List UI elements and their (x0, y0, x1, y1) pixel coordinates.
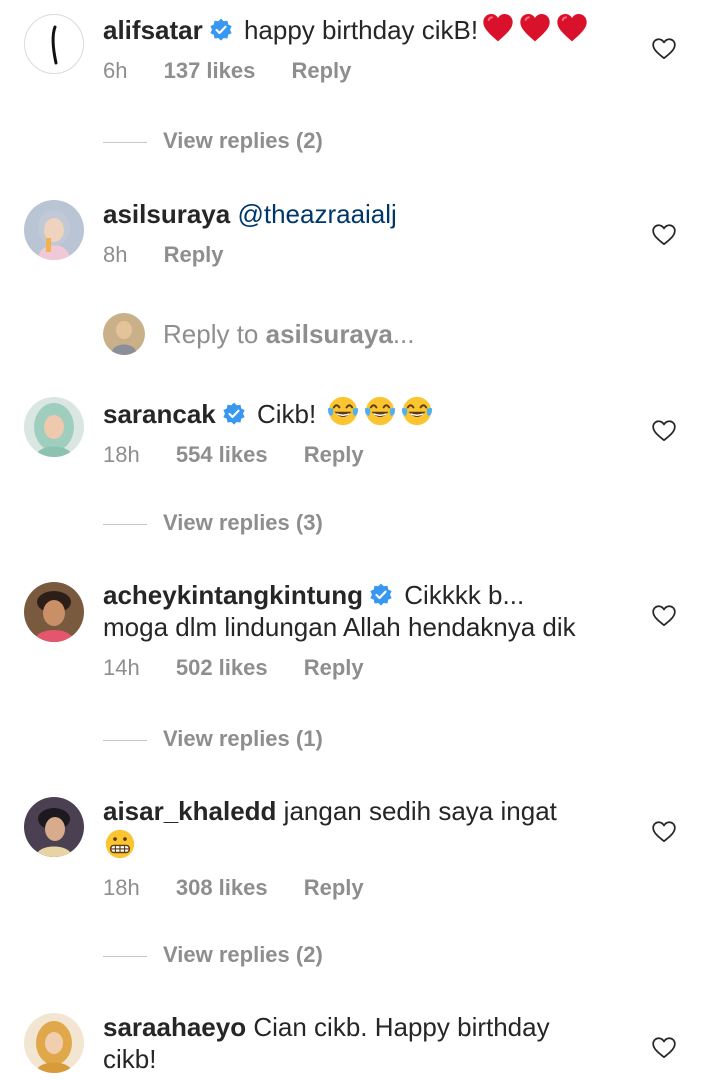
avatar[interactable] (24, 397, 84, 457)
tears-of-joy-emoji (400, 394, 434, 428)
comment-text: Cian cikb. Happy birthday (253, 1012, 550, 1042)
heart-emoji (478, 15, 589, 45)
verified-badge-icon (222, 402, 246, 426)
verified-badge-icon (209, 18, 233, 42)
heart-outline-icon[interactable] (651, 603, 677, 629)
username[interactable]: aisar_khaledd (103, 796, 276, 826)
avatar[interactable] (24, 797, 84, 857)
comment-text: cikb! (103, 1044, 157, 1074)
username[interactable]: asilsuraya (103, 199, 230, 229)
view-replies-label[interactable]: View replies (2) (163, 942, 323, 967)
avatar[interactable] (24, 582, 84, 642)
view-replies-button[interactable]: View replies (2) (103, 942, 323, 968)
reply-prompt-user: asilsuraya (265, 319, 393, 349)
view-replies-button[interactable]: View replies (2) (103, 128, 323, 154)
heart-outline-icon[interactable] (651, 36, 677, 62)
avatar[interactable] (24, 200, 84, 260)
grimacing-emoji (103, 827, 137, 861)
username[interactable]: acheykintangkintung (103, 580, 363, 610)
verified-badge-icon (369, 583, 393, 607)
likes-count[interactable]: 137 likes (164, 58, 256, 84)
comment-time: 14h (103, 655, 140, 680)
likes-count[interactable]: 554 likes (176, 442, 268, 468)
comment-text: moga dlm lindungan Allah hendaknya dik (103, 612, 576, 642)
heart-outline-icon[interactable] (651, 418, 677, 444)
tears-of-joy-emoji (326, 394, 360, 428)
heart-outline-icon[interactable] (651, 222, 677, 248)
view-replies-button[interactable]: View replies (1) (103, 726, 323, 752)
comment-text: happy birthday cikB! (243, 15, 479, 45)
reply-prompt-suffix: ... (392, 319, 415, 349)
reply-button[interactable]: Reply (304, 655, 364, 681)
reply-button[interactable]: Reply (291, 58, 351, 84)
divider (103, 523, 147, 525)
tears-of-joy-emoji (323, 399, 434, 429)
divider (103, 739, 147, 741)
comment-time: 8h (103, 242, 128, 267)
comment-text: jangan sedih saya ingat (283, 796, 557, 826)
reply-button[interactable]: Reply (304, 442, 364, 468)
comment-text: Cikb! (257, 399, 317, 429)
heart-emoji (481, 12, 515, 44)
username[interactable]: alifsatar (103, 15, 203, 45)
divider (103, 955, 147, 957)
heart-outline-icon[interactable] (651, 1035, 677, 1061)
heart-emoji (555, 12, 589, 44)
view-replies-button[interactable]: View replies (3) (103, 510, 323, 536)
comment-text: Cikkkk b... (404, 580, 525, 610)
view-replies-label[interactable]: View replies (1) (163, 726, 323, 751)
divider (103, 141, 147, 143)
reply-prompt-prefix: Reply to (163, 319, 266, 349)
heart-emoji (518, 12, 552, 44)
comment-time: 18h (103, 442, 140, 467)
avatar (103, 313, 145, 355)
likes-count[interactable]: 308 likes (176, 875, 268, 901)
tears-of-joy-emoji (363, 394, 397, 428)
username[interactable]: saraahaeyo (103, 1012, 246, 1042)
reply-prompt[interactable]: Reply to asilsuraya... (163, 319, 415, 350)
comment-time: 6h (103, 58, 128, 83)
heart-outline-icon[interactable] (651, 819, 677, 845)
likes-count[interactable]: 502 likes (176, 655, 268, 681)
username[interactable]: sarancak (103, 399, 216, 429)
avatar[interactable] (24, 14, 84, 74)
reply-button[interactable]: Reply (304, 875, 364, 901)
reply-button[interactable]: Reply (164, 242, 224, 268)
comment-time: 18h (103, 875, 140, 900)
avatar[interactable] (24, 1013, 84, 1073)
view-replies-label[interactable]: View replies (3) (163, 510, 323, 535)
mention-link[interactable]: @theazraaialj (237, 199, 396, 229)
view-replies-label[interactable]: View replies (2) (163, 128, 323, 153)
